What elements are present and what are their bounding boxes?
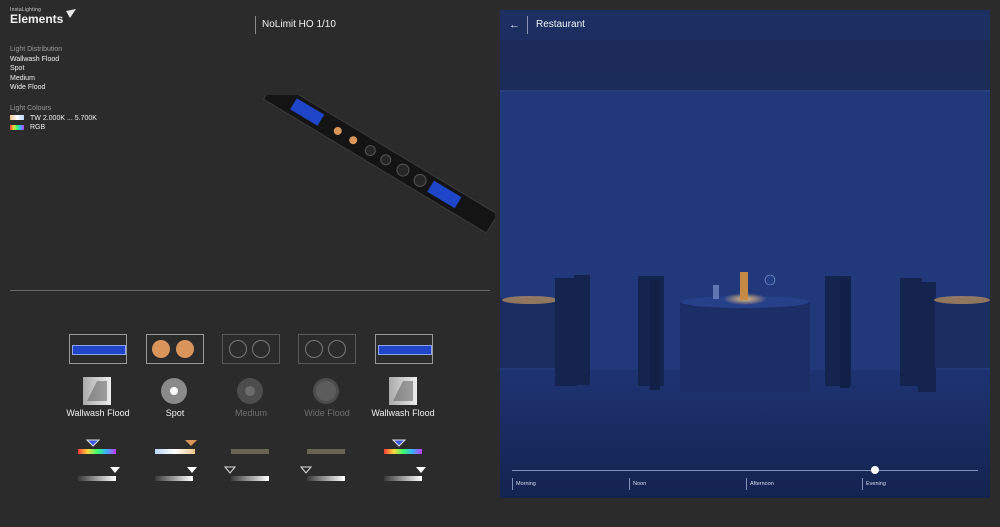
dimming-marker-icon[interactable] (186, 466, 198, 474)
timeline-label[interactable]: Afternoon (746, 478, 774, 490)
distribution-item: Spot (10, 65, 25, 72)
brand-name: Elements (10, 12, 64, 26)
product-render (262, 95, 495, 234)
module-wallwash-1[interactable] (69, 334, 127, 364)
colours-heading: Light Colours (10, 105, 52, 112)
timeline-label[interactable]: Noon (629, 478, 646, 490)
module-wallwash-2[interactable] (375, 334, 433, 364)
light-distribution-spec: Light Distribution Wallwash Flood Spot M… (10, 45, 62, 93)
scene-title: Restaurant (536, 19, 585, 30)
rgb-swatch (10, 124, 24, 130)
dimming-slider[interactable] (384, 476, 422, 481)
colour-slider-disabled (231, 449, 269, 454)
colour-marker-icon[interactable] (184, 439, 198, 447)
product-title: NoLimit HO 1/10 (255, 16, 336, 34)
tunable-white-swatch (10, 115, 24, 121)
module-medium[interactable] (222, 334, 280, 364)
light-colours-spec: Light Colours TW 2.000K ... 5.700K RGB (10, 104, 97, 133)
distribution-item: Medium (10, 74, 35, 82)
module-spot[interactable] (146, 334, 204, 364)
module-wide-flood[interactable] (298, 334, 356, 364)
rgb-colour-slider[interactable] (384, 449, 422, 454)
restaurant-scene-image (500, 10, 990, 498)
dimming-slider[interactable] (78, 476, 116, 481)
distribution-heading: Light Distribution (10, 46, 63, 53)
dimming-slider[interactable] (155, 476, 193, 481)
colour-rgb-label: RGB (30, 124, 46, 131)
medium-distribution-icon[interactable] (236, 377, 264, 405)
dimming-slider[interactable] (307, 476, 345, 481)
timeline-label[interactable]: Morning (512, 478, 536, 490)
colour-tw-label: TW 2.000K ... 5.700K (30, 114, 97, 122)
dimming-marker-icon[interactable] (224, 466, 236, 474)
colour-item-tw: TW 2.000K ... 5.700K (10, 114, 97, 124)
arrow-left-icon: ← (509, 19, 520, 31)
rgb-colour-slider[interactable] (78, 449, 116, 454)
timeline-label[interactable]: Evening (862, 478, 886, 490)
spot-distribution-icon[interactable] (160, 377, 188, 405)
configurator-panel: InstaLighting Elements Light Distributio… (0, 0, 500, 527)
distribution-item: Wide Flood (10, 84, 46, 91)
distribution-item: Wallwash Flood (10, 55, 60, 63)
tunable-white-slider[interactable] (155, 449, 195, 454)
logo-mark-icon (66, 9, 76, 18)
colour-marker-icon[interactable] (86, 439, 100, 447)
colour-slider-disabled (307, 449, 345, 454)
dimming-marker-icon[interactable] (300, 466, 312, 474)
dimming-marker-icon[interactable] (109, 466, 121, 474)
scene-header: ← Restaurant (500, 10, 990, 40)
dimming-marker-icon[interactable] (415, 466, 427, 474)
colour-marker-icon[interactable] (392, 439, 406, 447)
module-label: Wallwash Flood (371, 408, 435, 418)
wide-flood-distribution-icon[interactable] (312, 377, 340, 405)
brand-logo: InstaLighting Elements (10, 7, 76, 26)
back-button[interactable]: ← (509, 16, 528, 34)
scene-preview: ← Restaurant Morning Noon Afternoon Even… (500, 10, 990, 498)
section-divider (10, 290, 490, 291)
dimming-slider[interactable] (231, 476, 269, 481)
wallwash-distribution-icon[interactable] (83, 377, 111, 405)
wallwash-distribution-icon[interactable] (389, 377, 417, 405)
colour-item-rgb: RGB (10, 123, 97, 133)
time-of-day-track[interactable] (512, 470, 978, 471)
